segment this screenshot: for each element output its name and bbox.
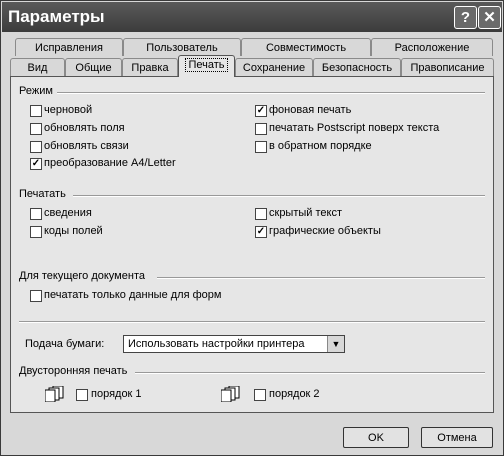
question-icon: ? — [460, 9, 471, 26]
tab-label: Общие — [75, 62, 112, 74]
duplex-order-1-icon — [45, 386, 64, 402]
draft-label: черновой — [44, 104, 93, 116]
postscript-checkbox[interactable] — [255, 123, 267, 135]
options-dialog: Параметры ? ✕ Исправления Пользователь С… — [0, 0, 504, 456]
cancel-button[interactable]: Отмена — [421, 427, 493, 448]
tab-label: Вид — [27, 62, 48, 74]
group-divider — [57, 92, 485, 94]
summary-checkbox[interactable] — [30, 208, 42, 220]
order-2-checkbox[interactable] — [254, 389, 266, 401]
reverse-order-label: в обратном порядке — [269, 140, 372, 152]
drawing-objects-label: графические объекты — [269, 225, 381, 237]
order-1-label: порядок 1 — [91, 388, 142, 400]
postscript-label: печатать Postscript поверх текста — [269, 122, 440, 134]
tab-edit[interactable]: Правка — [122, 58, 178, 76]
close-icon: ✕ — [483, 9, 496, 26]
mode-group-title: Режим — [19, 85, 53, 97]
form-data-checkbox[interactable] — [30, 290, 42, 302]
order-2-label: порядок 2 — [269, 388, 320, 400]
order-1-checkbox[interactable] — [76, 389, 88, 401]
background-print-label: фоновая печать — [269, 104, 352, 116]
field-codes-label: коды полей — [44, 225, 103, 237]
tab-label: Правка — [131, 62, 169, 74]
a4-letter-label: преобразование A4/Letter — [44, 157, 176, 169]
tab-location[interactable]: Расположение — [371, 38, 493, 56]
duplex-group-title: Двусторонняя печать — [19, 365, 128, 377]
tab-label: Сохранение — [242, 62, 306, 74]
tab-security[interactable]: Безопасность — [313, 58, 401, 76]
paper-source-value: Использовать настройки принтера — [128, 338, 305, 350]
draft-checkbox[interactable] — [30, 105, 42, 117]
update-links-label: обновлять связи — [44, 140, 129, 152]
update-fields-checkbox[interactable] — [30, 123, 42, 135]
drawing-objects-checkbox[interactable]: ✓ — [255, 226, 267, 238]
help-button[interactable]: ? — [454, 6, 477, 29]
tab-compatibility[interactable]: Совместимость — [241, 38, 371, 56]
group-divider — [19, 321, 485, 323]
summary-label: сведения — [44, 207, 92, 219]
tab-general[interactable]: Общие — [65, 58, 122, 76]
ok-button[interactable]: OK — [343, 427, 409, 448]
document-group-title: Для текущего документа — [19, 270, 145, 282]
background-print-checkbox[interactable]: ✓ — [255, 105, 267, 117]
a4-letter-checkbox[interactable]: ✓ — [30, 158, 42, 170]
title-bar: Параметры ? ✕ — [2, 2, 502, 32]
reverse-order-checkbox[interactable] — [255, 141, 267, 153]
duplex-order-2-icon — [221, 386, 240, 402]
tab-spelling[interactable]: Правописание — [401, 58, 494, 76]
paper-source-label: Подача бумаги: — [25, 338, 105, 350]
tab-label: Совместимость — [265, 42, 347, 54]
form-data-label: печатать только данные для форм — [44, 289, 222, 301]
paper-source-select[interactable]: Использовать настройки принтера ▼ — [123, 335, 345, 353]
tab-label: Исправления — [35, 42, 103, 54]
tab-label: Расположение — [394, 42, 470, 54]
tab-view[interactable]: Вид — [10, 58, 65, 76]
tab-revisions[interactable]: Исправления — [15, 38, 123, 56]
dropdown-arrow-icon[interactable]: ▼ — [327, 336, 344, 352]
tab-save[interactable]: Сохранение — [235, 58, 313, 76]
group-divider — [157, 277, 485, 279]
tab-label: Пользователь — [146, 42, 218, 54]
close-button[interactable]: ✕ — [478, 6, 501, 29]
group-divider — [73, 195, 485, 197]
tab-print[interactable]: Печать — [178, 55, 235, 77]
tab-label: Правописание — [410, 62, 485, 74]
field-codes-checkbox[interactable] — [30, 226, 42, 238]
tab-label: Безопасность — [321, 62, 393, 74]
print-group-title: Печатать — [19, 188, 66, 200]
hidden-text-label: скрытый текст — [269, 207, 342, 219]
update-links-checkbox[interactable] — [30, 141, 42, 153]
hidden-text-checkbox[interactable] — [255, 208, 267, 220]
dialog-title: Параметры — [8, 7, 105, 26]
tab-label: Печать — [185, 58, 228, 72]
tab-user[interactable]: Пользователь — [123, 38, 241, 56]
group-divider — [135, 372, 485, 374]
update-fields-label: обновлять поля — [44, 122, 125, 134]
